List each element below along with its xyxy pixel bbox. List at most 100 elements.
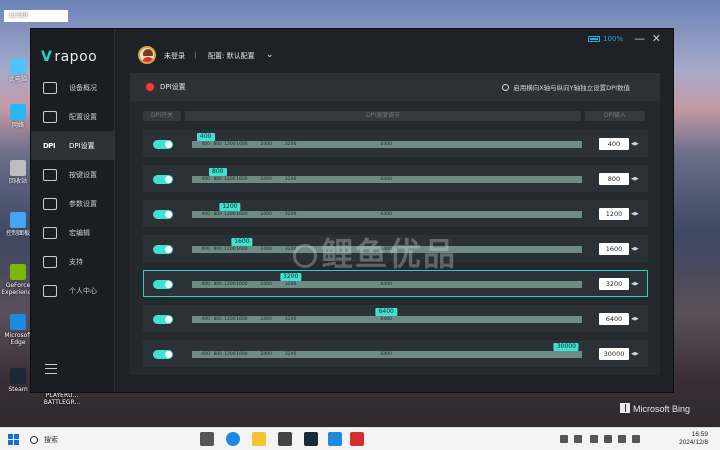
dpi-stepper-icon[interactable]: ◀▶: [631, 174, 642, 184]
dpi-toggle[interactable]: [153, 140, 173, 149]
slider-value-bubble[interactable]: 1600: [231, 238, 253, 246]
slider-tick-label: 1600: [236, 247, 248, 252]
dpi-toggle[interactable]: [153, 350, 173, 359]
ime-icon[interactable]: [618, 435, 626, 443]
keyboard-icon[interactable]: [632, 435, 640, 443]
dpi-stepper-icon[interactable]: ◀▶: [631, 349, 642, 359]
radio-icon[interactable]: [502, 83, 510, 91]
volume-icon[interactable]: [604, 435, 612, 443]
slider-value-bubble[interactable]: 800: [208, 168, 227, 176]
sidebar-item-dpi[interactable]: DPI DPI设置: [31, 131, 115, 160]
slider-tick-label: 3200: [284, 212, 297, 217]
dpi-input[interactable]: 1200: [599, 208, 629, 220]
slider-tick-label: 1600: [236, 142, 248, 147]
dpi-slider[interactable]: 400 800 1200 1600 2400 3200 6400 1600: [192, 238, 582, 253]
dpi-stepper-icon[interactable]: ◀▶: [631, 314, 642, 324]
dpi-input[interactable]: 800: [599, 173, 629, 185]
dpi-toggle[interactable]: [153, 315, 173, 324]
dpi-stepper-icon[interactable]: ◀▶: [631, 244, 642, 254]
dpi-input[interactable]: 6400: [599, 313, 629, 325]
slider-value-bubble[interactable]: 6400: [375, 308, 397, 316]
taskbar: 搜索 16:59 2024/12/8: [0, 427, 720, 450]
column-header-slider: DPI速度调节: [185, 111, 581, 121]
sidebar-item-config[interactable]: 配置设置: [31, 102, 115, 131]
slider-tick-label: 2400: [260, 282, 272, 287]
dpi-slider[interactable]: 400 800 1200 1600 2400 3200 6400 400: [192, 133, 582, 148]
desktop-app-icon: [10, 264, 26, 280]
task-view-icon[interactable]: [200, 432, 214, 446]
sidebar-item-thumb[interactable]: 支持: [31, 247, 115, 276]
dpi-slider[interactable]: 400 800 1200 1600 2400 3200 6400 30000: [192, 343, 582, 358]
sidebar-item-sliders[interactable]: 参数设置: [31, 189, 115, 218]
clock-date: 2024/12/8: [679, 439, 708, 446]
slider-tick-label: 6400: [380, 352, 392, 357]
bing-text: Microsoft Bing: [632, 404, 690, 414]
collapse-menu-icon[interactable]: [45, 364, 57, 374]
sidebar-item-person[interactable]: 个人中心: [31, 276, 115, 305]
steam-taskbar-icon[interactable]: [304, 432, 318, 446]
wps-taskbar-icon[interactable]: [350, 432, 364, 446]
slider-tick-label: 800: [213, 317, 223, 322]
rapoo-v-icon: V: [41, 49, 53, 65]
sidebar-item-macro[interactable]: 宏编辑: [31, 218, 115, 247]
slider-tick-label: 800: [213, 282, 223, 287]
dpi-toggle[interactable]: [153, 245, 173, 254]
slider-value-bubble[interactable]: 1200: [219, 203, 241, 211]
slider-tick-label: 400: [201, 352, 210, 357]
slider-value-bubble[interactable]: 30000: [553, 343, 579, 351]
slider-tick-label: 2400: [260, 177, 272, 182]
dpi-input[interactable]: 3200: [599, 278, 629, 290]
xy-independent-option[interactable]: 启用横向X轴与纵向Y轴独立设置DPI数值: [502, 82, 630, 92]
dpi-slider[interactable]: 400 800 1200 1600 2400 3200 6400 6400: [192, 308, 582, 323]
slider-value-bubble[interactable]: 400: [196, 133, 215, 141]
topbar-separator: |: [194, 51, 197, 59]
desktop-app-icon: [10, 160, 26, 176]
config-selector-label[interactable]: 配置: 默认配置: [208, 51, 255, 61]
slider-tick-label: 1200: [224, 177, 236, 182]
dpi-input[interactable]: 400: [599, 138, 629, 150]
dpi-toggle[interactable]: [153, 280, 173, 289]
taskbar-clock[interactable]: 16:59 2024/12/8: [679, 431, 708, 447]
taskbar-search[interactable]: 搜索: [24, 431, 184, 448]
close-button[interactable]: ✕: [652, 32, 661, 45]
sidebar-item-label: 宏编辑: [69, 228, 90, 237]
dpi-panel: DPI设置 启用横向X轴与纵向Y轴独立设置DPI数值 DPI开关 DPI速度调节…: [130, 73, 660, 375]
rapoo-taskbar-icon[interactable]: [328, 432, 342, 446]
chevron-down-icon[interactable]: ⌄: [266, 50, 274, 60]
panel-header: DPI设置 启用横向X轴与纵向Y轴独立设置DPI数值: [130, 73, 660, 101]
dpi-toggle[interactable]: [153, 210, 173, 219]
sidebar-item-chart[interactable]: 设备概况: [31, 73, 115, 102]
wifi-icon[interactable]: [590, 435, 598, 443]
desktop-icon-pubg[interactable]: PLAYERU... BATTLEGR...: [40, 392, 84, 406]
dpi-slider[interactable]: 400 800 1200 1600 2400 3200 6400 800: [192, 168, 582, 183]
edge-taskbar-icon[interactable]: [226, 432, 240, 446]
slider-tick-label: 6400: [380, 142, 392, 147]
config-icon: [43, 110, 57, 123]
tray-chevron-icon[interactable]: [560, 435, 568, 443]
dpi-stepper-icon[interactable]: ◀▶: [631, 139, 642, 149]
slider-tick-label: 1200: [224, 142, 236, 147]
dpi-input[interactable]: 30000: [599, 348, 629, 360]
login-status[interactable]: 未登录: [164, 51, 185, 61]
dpi-slider[interactable]: 400 800 1200 1600 2400 3200 6400 3200: [192, 273, 582, 288]
slider-value-bubble[interactable]: 3200: [280, 273, 302, 281]
dpi-stepper-icon[interactable]: ◀▶: [631, 279, 642, 289]
dpi-stepper-icon[interactable]: ◀▶: [631, 209, 642, 219]
tray-app-icon[interactable]: [574, 435, 582, 443]
macro-icon: [43, 226, 57, 239]
sidebar-item-label: 参数设置: [69, 199, 97, 208]
dpi-toggle[interactable]: [153, 175, 173, 184]
file-explorer-icon[interactable]: [252, 432, 266, 446]
dpi-input[interactable]: 1600: [599, 243, 629, 255]
dpi-row: 400 800 1200 1600 2400 3200 6400 3200 3200 ◀▶: [143, 270, 648, 297]
sidebar-item-mouse[interactable]: 按键设置: [31, 160, 115, 189]
windows-start-icon[interactable]: [8, 434, 19, 445]
store-icon[interactable]: [278, 432, 292, 446]
slider-tick-label: 800: [213, 212, 223, 217]
desktop-icon[interactable]: 11329: [0, 12, 36, 19]
sidebar-item-label: 按键设置: [69, 170, 97, 179]
minimize-button[interactable]: —: [634, 32, 645, 45]
dpi-slider[interactable]: 400 800 1200 1600 2400 3200 6400 1200: [192, 203, 582, 218]
dpi-row: 400 800 1200 1600 2400 3200 6400 30000 30000 ◀▶: [143, 340, 648, 367]
avatar[interactable]: [138, 46, 156, 64]
